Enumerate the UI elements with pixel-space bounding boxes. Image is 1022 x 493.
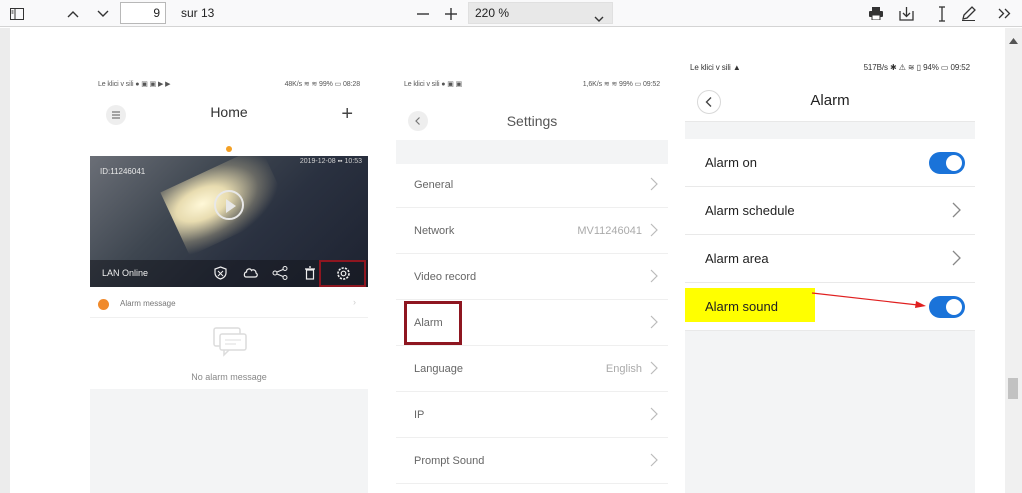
save-download-icon[interactable]	[896, 0, 916, 27]
settings-item-label: General	[414, 179, 454, 191]
settings-item-label: Language	[414, 363, 463, 375]
device-id-label: ID:11246041	[100, 167, 146, 176]
next-page-icon[interactable]	[92, 0, 114, 27]
scroll-up-arrow-icon[interactable]	[1009, 31, 1018, 49]
empty-area	[90, 389, 368, 493]
status-bar: Le klici v sili ▲ 517B/s ✱ ⚠ ≋ ▯ 94% ▭ 0…	[685, 58, 975, 78]
status-left: Le klici v sili ● ▣ ▣	[404, 81, 463, 88]
settings-item-general: General	[396, 162, 668, 208]
sidebar-toggle-icon[interactable]	[6, 0, 28, 27]
chevron-right-icon	[650, 453, 658, 472]
chevron-right-icon	[650, 269, 658, 288]
page-title: Settings	[506, 113, 558, 129]
chevron-right-icon	[650, 177, 658, 196]
status-left: Le klici v sili ● ▣ ▣ ▶ ▶	[98, 81, 171, 88]
settings-item-value: English	[605, 363, 642, 375]
more-tools-icon[interactable]	[994, 0, 1014, 27]
camera-preview: ID:11246041 2019-12-08 ▪▪ 10:53 LAN Onli…	[90, 156, 368, 287]
screenshot-home: Le klici v sili ● ▣ ▣ ▶ ▶ 48K/s ≋ ≋ 99% …	[90, 78, 368, 493]
toggle-knob	[946, 299, 962, 315]
alarm-header: Alarm	[685, 78, 975, 122]
vertical-scrollbar[interactable]	[1005, 28, 1022, 493]
page-total-label: sur 13	[181, 6, 215, 20]
zoom-out-icon[interactable]	[412, 0, 434, 27]
chevron-right-icon	[650, 223, 658, 242]
annotation-highlight-box	[404, 301, 462, 345]
alarm-on-row: Alarm on	[685, 139, 975, 187]
alarm-item-label: Alarm schedule	[705, 203, 795, 218]
settings-item-network: Network MV11246041	[396, 208, 668, 254]
alarm-schedule-row: Alarm schedule	[685, 187, 975, 235]
chevron-right-icon	[952, 250, 961, 271]
pdf-toolbar: 9 sur 13 220 %	[0, 0, 1022, 27]
status-bar: Le klici v sili ● ▣ ▣ ▶ ▶ 48K/s ≋ ≋ 99% …	[90, 78, 368, 92]
section-gap	[396, 140, 668, 164]
camera-action-bar: LAN Online	[90, 260, 368, 287]
settings-item-label: Prompt Sound	[414, 455, 485, 467]
settings-item-value: MV11246041	[577, 225, 642, 237]
zoom-value: 220 %	[475, 6, 510, 20]
indicator-dot	[226, 146, 232, 152]
print-icon[interactable]	[866, 0, 886, 27]
settings-item-language: Language English	[396, 346, 668, 392]
play-icon	[214, 190, 244, 220]
add-icon: +	[341, 103, 353, 125]
settings-item-video-record: Video record	[396, 254, 668, 300]
home-header: Home +	[90, 92, 368, 136]
annotation-highlight-box	[319, 260, 366, 287]
chevron-right-icon	[650, 315, 658, 334]
page-title: Home	[210, 104, 248, 120]
settings-item-label: Network	[414, 225, 455, 237]
alarm-area-row: Alarm area	[685, 235, 975, 283]
page-number-input[interactable]: 9	[120, 2, 166, 24]
page-margin	[0, 28, 10, 493]
toggle-knob	[946, 155, 962, 171]
alarm-item-label: Alarm sound	[705, 299, 778, 314]
settings-item-label: Video record	[414, 271, 477, 283]
annotation-arrow	[811, 292, 926, 308]
chevron-down-icon	[594, 9, 604, 29]
share-icon	[272, 266, 288, 285]
draw-pen-icon[interactable]	[958, 0, 978, 27]
chevron-right-icon	[952, 202, 961, 223]
zoom-in-icon[interactable]	[440, 0, 462, 27]
chevron-right-icon	[650, 361, 658, 380]
status-left: Le klici v sili ▲	[690, 63, 741, 72]
screenshot-settings: Le klici v sili ● ▣ ▣ 1,6K/s ≋ ≋ 99% ▭ 0…	[396, 78, 668, 493]
screenshot-alarm: Le klici v sili ▲ 517B/s ✱ ⚠ ≋ ▯ 94% ▭ 0…	[685, 58, 975, 493]
alarm-message-row: Alarm message ›	[90, 290, 368, 318]
status-bar: Le klici v sili ● ▣ ▣ 1,6K/s ≋ ≋ 99% ▭ 0…	[396, 78, 668, 92]
shield-icon	[214, 266, 227, 285]
alarm-badge-icon	[98, 299, 109, 310]
alarm-on-toggle	[929, 152, 965, 174]
chevron-right-icon	[650, 407, 658, 426]
video-timestamp: 2019-12-08 ▪▪ 10:53	[299, 158, 362, 165]
page-title: Alarm	[810, 92, 850, 109]
cloud-icon	[242, 266, 259, 284]
chevron-right-icon: ›	[353, 297, 356, 307]
status-right: 1,6K/s ≋ ≋ 99% ▭ 09:52	[582, 81, 660, 88]
alarm-item-label: Alarm on	[705, 155, 758, 170]
empty-state-text: No alarm message	[191, 372, 267, 382]
trash-icon	[304, 266, 316, 285]
scrollbar-thumb[interactable]	[1008, 378, 1018, 399]
lan-status: LAN Online	[102, 268, 149, 278]
status-right: 517B/s ✱ ⚠ ≋ ▯ 94% ▭ 09:52	[863, 63, 971, 72]
status-right: 48K/s ≋ ≋ 99% ▭ 08:28	[284, 81, 361, 88]
previous-page-icon[interactable]	[62, 0, 84, 27]
settings-item-label: IP	[414, 409, 425, 421]
text-cursor-icon[interactable]	[932, 0, 952, 27]
alarm-sound-toggle	[929, 296, 965, 318]
zoom-select[interactable]: 220 %	[468, 2, 613, 24]
settings-item-prompt-sound: Prompt Sound	[396, 438, 668, 484]
settings-item-ip: IP	[396, 392, 668, 438]
empty-message-icon	[206, 324, 250, 360]
alarm-message-label: Alarm message	[120, 299, 176, 308]
alarm-item-label: Alarm area	[705, 251, 769, 266]
